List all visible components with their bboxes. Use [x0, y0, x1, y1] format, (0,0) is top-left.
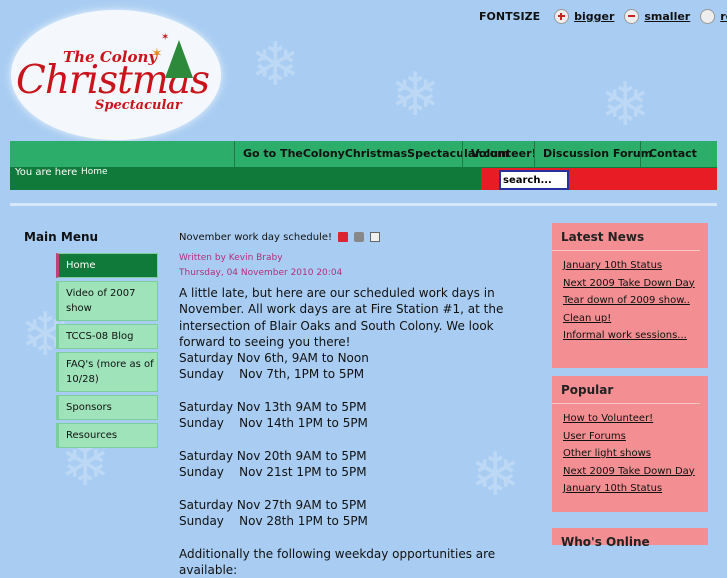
news-link[interactable]: Next 2009 Take Down Day	[563, 278, 695, 289]
minus-icon[interactable]	[624, 9, 640, 24]
schedule-line: Saturday Nov 6th, 9AM to Noon	[179, 351, 369, 366]
schedule-line: Sunday Nov 21st 1PM to 5PM	[179, 465, 367, 480]
breadcrumb-label: You are here	[15, 167, 78, 178]
article-author: Written by Kevin Braby	[179, 253, 283, 263]
snowflake-decoration: ❄	[600, 70, 651, 140]
menu-item-video-2007[interactable]: Video of 2007 show	[56, 281, 158, 321]
schedule-line: Sunday Nov 14th 1PM to 5PM	[179, 416, 368, 431]
smaller-link[interactable]: smaller	[644, 10, 690, 23]
menu-item-resources[interactable]: Resources	[56, 423, 158, 448]
schedule-line: Saturday Nov 20th 9AM to 5PM	[179, 448, 367, 463]
snowflake-decoration: ❄	[390, 60, 441, 130]
nav-item-volunteer[interactable]: Volunteer!	[462, 141, 545, 167]
popular-link[interactable]: User Forums	[563, 431, 626, 442]
pdf-icon[interactable]	[337, 232, 348, 242]
menu-item-blog[interactable]: TCCS-08 Blog	[56, 324, 158, 349]
news-link[interactable]: Tear down of 2009 show..	[563, 295, 690, 306]
article-meta: Written by Kevin Braby Thursday, 04 Nove…	[179, 251, 524, 281]
main-menu-title: Main Menu	[24, 230, 99, 244]
divider	[10, 203, 717, 206]
search-input[interactable]	[499, 170, 569, 190]
menu-item-faq[interactable]: FAQ's (more as of 10/28)	[56, 352, 158, 392]
popular-link[interactable]: Other light shows	[563, 448, 651, 459]
schedule-line: Sunday Nov 7th, 1PM to 5PM	[179, 367, 365, 382]
popular-module: Popular How to Volunteer! User Forums Ot…	[552, 376, 708, 512]
whos-online-module: Who's Online	[552, 528, 708, 549]
article-closing: Additionally the following weekday oppor…	[179, 546, 496, 578]
main-menu: Home Video of 2007 show TCCS-08 Blog FAQ…	[56, 253, 158, 451]
article-body: A little late, but here are our schedule…	[179, 285, 524, 578]
star-icon: ✶	[151, 46, 163, 62]
popular-link[interactable]: How to Volunteer!	[563, 413, 653, 424]
top-navigation: Go to TheColonyChristmasSpectacular.com …	[10, 141, 717, 186]
popular-link[interactable]: January 10th Status	[563, 483, 662, 494]
site-logo[interactable]: The Colony Christmas Spectacular ✶ ✶	[11, 10, 221, 140]
article-intro: A little late, but here are our schedule…	[179, 286, 504, 349]
schedule-line: Sunday Nov 28th 1PM to 5PM	[179, 514, 368, 529]
nav-item-contact-us[interactable]: Contact Us!	[640, 141, 717, 186]
whos-online-title: Who's Online	[561, 535, 650, 549]
menu-item-home[interactable]: Home	[56, 253, 158, 278]
news-link[interactable]: Clean up!	[563, 313, 611, 324]
reset-link[interactable]: reset	[720, 10, 727, 23]
popular-link[interactable]: Next 2009 Take Down Day	[563, 466, 695, 477]
star-icon: ✶	[161, 32, 170, 43]
bigger-link[interactable]: bigger	[574, 10, 614, 23]
fontsize-label: FONTSIZE	[479, 10, 541, 23]
main-content: November work day schedule! Written by K…	[179, 230, 524, 578]
logo-line-3: Spectacular	[95, 98, 182, 113]
menu-item-sponsors[interactable]: Sponsors	[56, 395, 158, 420]
news-link[interactable]: Informal work sessions...	[563, 330, 687, 341]
plus-icon[interactable]	[554, 9, 570, 24]
breadcrumb-home[interactable]: Home	[81, 167, 108, 177]
print-icon[interactable]	[353, 232, 364, 242]
snowflake-decoration: ❄	[250, 30, 301, 100]
latest-news-module: Latest News January 10th Status Next 200…	[552, 223, 708, 368]
fontsize-controls: FONTSIZE bigger smaller reset	[479, 9, 727, 24]
email-icon[interactable]	[369, 232, 380, 242]
article-date: Thursday, 04 November 2010 20:04	[179, 268, 343, 278]
reset-icon[interactable]	[700, 9, 716, 24]
popular-title: Popular	[552, 376, 700, 404]
schedule-line: Saturday Nov 27th 9AM to 5PM	[179, 497, 367, 512]
article-title-row: November work day schedule!	[179, 230, 524, 244]
christmas-tree-icon	[165, 40, 193, 78]
latest-news-title: Latest News	[552, 223, 700, 251]
schedule-line: Saturday Nov 13th 9AM to 5PM	[179, 400, 367, 415]
article-title: November work day schedule!	[179, 231, 332, 243]
news-link[interactable]: January 10th Status	[563, 260, 662, 271]
